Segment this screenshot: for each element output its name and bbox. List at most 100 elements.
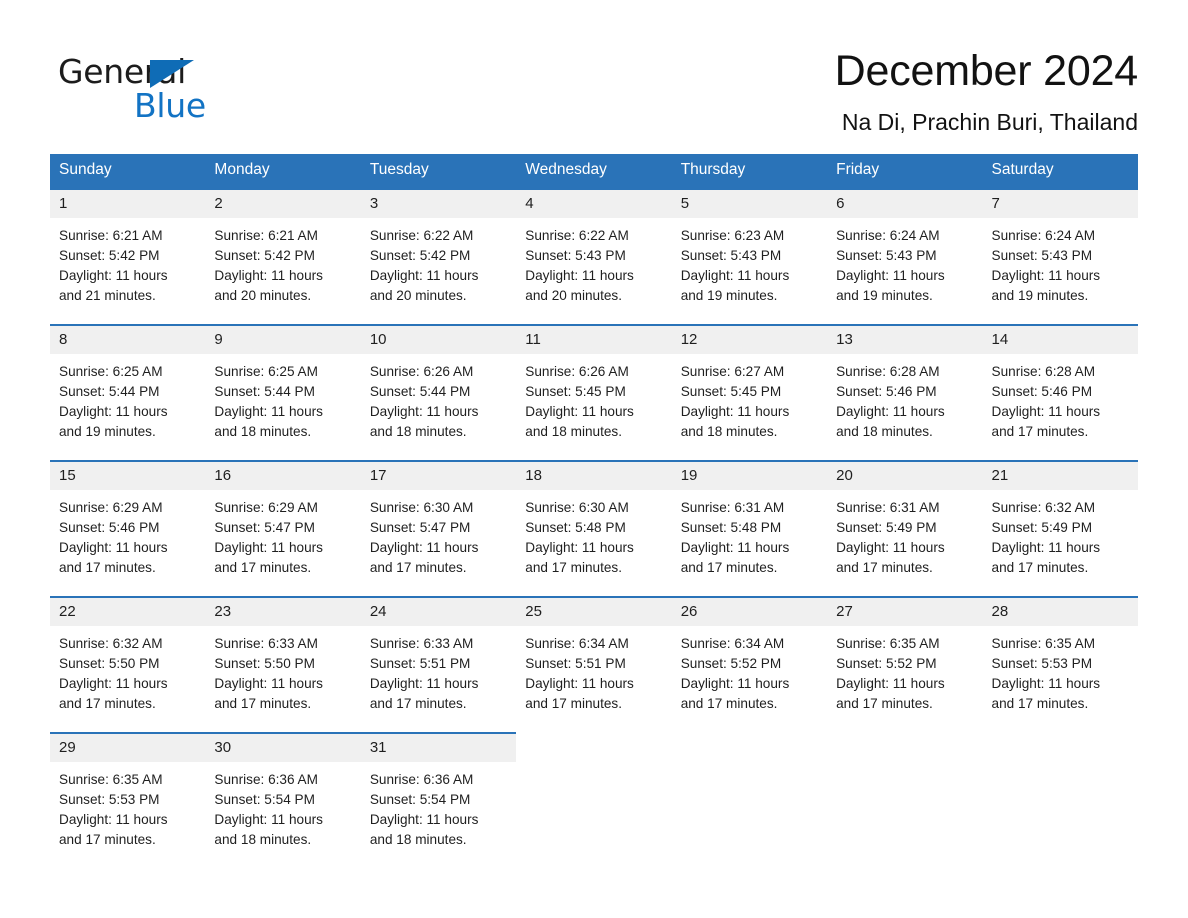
calendar-day-cell[interactable]: 16 Sunrise: 6:29 AM Sunset: 5:47 PM Dayligh…	[205, 460, 361, 598]
daylight-duration-line1: Daylight: 11 hours	[369, 811, 479, 827]
day-number: 1	[50, 190, 206, 218]
daylight-duration-line2: and 17 minutes.	[214, 560, 312, 576]
daylight-duration-line1: Daylight: 11 hours	[59, 675, 168, 691]
calendar-day-cell[interactable]: 2 Sunrise: 6:21 AM Sunset: 5:42 PM Daylight…	[205, 188, 361, 326]
sunset-time: Sunset: 5:51 PM	[525, 655, 626, 671]
calendar-day-cell[interactable]: 9 Sunrise: 6:25 AM Sunset: 5:44 PM Daylight…	[205, 324, 361, 462]
day-number: 26	[671, 598, 828, 626]
calendar-day-cell[interactable]: 19 Sunrise: 6:31 AM Sunset: 5:48 PM Dayligh…	[671, 460, 828, 598]
sunrise-time: Sunrise: 6:28 AM	[991, 363, 1096, 379]
calendar-day-cell[interactable]: 28 Sunrise: 6:35 AM Sunset: 5:53 PM Dayligh…	[982, 596, 1138, 734]
calendar-day-cell[interactable]: 23 Sunrise: 6:33 AM Sunset: 5:50 PM Dayligh…	[205, 596, 361, 734]
calendar-day-cell[interactable]: 7 Sunrise: 6:24 AM Sunset: 5:43 PM Daylight…	[982, 188, 1138, 326]
day-details: Sunrise: 6:35 AM Sunset: 5:52 PM Daylight:…	[827, 626, 982, 715]
sunset-time: Sunset: 5:43 PM	[991, 247, 1093, 263]
calendar-day-cell[interactable]: 21 Sunrise: 6:32 AM Sunset: 5:49 PM Dayligh…	[982, 460, 1138, 598]
day-number: 14	[982, 326, 1138, 354]
day-number: 8	[50, 326, 206, 354]
calendar-day-cell[interactable]: 10 Sunrise: 6:26 AM Sunset: 5:44 PM Dayligh…	[360, 324, 517, 462]
sunrise-time: Sunrise: 6:32 AM	[991, 499, 1096, 515]
calendar-day-cell[interactable]: 30 Sunrise: 6:36 AM Sunset: 5:54 PM Dayligh…	[205, 732, 361, 855]
daylight-duration-line2: and 20 minutes.	[214, 288, 312, 304]
day-number: 11	[516, 326, 672, 354]
sunrise-time: Sunrise: 6:22 AM	[525, 227, 629, 243]
day-number: 16	[205, 462, 361, 490]
sunset-time: Sunset: 5:47 PM	[369, 519, 471, 535]
calendar-day-cell[interactable]: 8 Sunrise: 6:25 AM Sunset: 5:44 PM Daylight…	[50, 324, 206, 462]
calendar-day-cell[interactable]: 17 Sunrise: 6:30 AM Sunset: 5:47 PM Dayligh…	[360, 460, 517, 598]
calendar-day-cell[interactable]: 18 Sunrise: 6:30 AM Sunset: 5:48 PM Dayligh…	[516, 460, 672, 598]
sunset-time: Sunset: 5:54 PM	[369, 791, 471, 807]
calendar-day-cell[interactable]: 29 Sunrise: 6:35 AM Sunset: 5:53 PM Dayligh…	[50, 732, 206, 855]
day-details: Sunrise: 6:30 AM Sunset: 5:48 PM Daylight:…	[516, 490, 671, 579]
calendar-day-cell-empty	[671, 733, 828, 855]
day-details: Sunrise: 6:22 AM Sunset: 5:42 PM Daylight:…	[361, 218, 516, 307]
calendar-day-cell[interactable]: 22 Sunrise: 6:32 AM Sunset: 5:50 PM Dayligh…	[50, 596, 206, 734]
sunset-time: Sunset: 5:48 PM	[680, 519, 782, 535]
daylight-duration-line1: Daylight: 11 hours	[214, 267, 323, 283]
calendar-day-cell[interactable]: 12 Sunrise: 6:27 AM Sunset: 5:45 PM Dayligh…	[671, 324, 828, 462]
sunrise-time: Sunrise: 6:27 AM	[680, 363, 785, 379]
sunrise-time: Sunrise: 6:23 AM	[680, 227, 785, 243]
calendar-day-cell-empty	[516, 733, 672, 855]
sunset-time: Sunset: 5:47 PM	[214, 519, 315, 535]
sunrise-time: Sunrise: 6:34 AM	[680, 635, 785, 651]
calendar-day-cell[interactable]: 4 Sunrise: 6:22 AM Sunset: 5:43 PM Daylight…	[516, 188, 672, 326]
calendar-day-cell[interactable]: 24 Sunrise: 6:33 AM Sunset: 5:51 PM Dayligh…	[360, 596, 517, 734]
triangle-logo-icon	[150, 60, 194, 88]
sunrise-time: Sunrise: 6:29 AM	[214, 499, 318, 515]
daylight-duration-line1: Daylight: 11 hours	[525, 539, 634, 555]
calendar-day-cell[interactable]: 11 Sunrise: 6:26 AM Sunset: 5:45 PM Dayligh…	[516, 324, 672, 462]
day-details: Sunrise: 6:36 AM Sunset: 5:54 PM Daylight:…	[205, 762, 360, 851]
calendar-day-cell[interactable]: 5 Sunrise: 6:23 AM Sunset: 5:43 PM Daylight…	[671, 188, 828, 326]
calendar-day-cell[interactable]: 1 Sunrise: 6:21 AM Sunset: 5:42 PM Daylight…	[50, 188, 206, 326]
sunrise-time: Sunrise: 6:21 AM	[59, 227, 163, 243]
calendar-day-cell[interactable]: 25 Sunrise: 6:34 AM Sunset: 5:51 PM Dayligh…	[516, 596, 672, 734]
daylight-duration-line1: Daylight: 11 hours	[214, 403, 323, 419]
calendar-day-cell[interactable]: 14 Sunrise: 6:28 AM Sunset: 5:46 PM Dayligh…	[982, 324, 1138, 462]
daylight-duration-line1: Daylight: 11 hours	[525, 675, 634, 691]
daylight-duration-line1: Daylight: 11 hours	[214, 539, 323, 555]
calendar-day-cell[interactable]: 27 Sunrise: 6:35 AM Sunset: 5:52 PM Dayligh…	[827, 596, 983, 734]
page-title: December 2024	[834, 47, 1139, 95]
daylight-duration-line1: Daylight: 11 hours	[59, 267, 168, 283]
daylight-duration-line2: and 17 minutes.	[525, 560, 622, 576]
daylight-duration-line2: and 18 minutes.	[214, 832, 312, 848]
day-details: Sunrise: 6:26 AM Sunset: 5:45 PM Daylight:…	[516, 354, 671, 443]
calendar-day-cell[interactable]: 6 Sunrise: 6:24 AM Sunset: 5:43 PM Daylight…	[827, 188, 983, 326]
calendar-day-cell[interactable]: 3 Sunrise: 6:22 AM Sunset: 5:42 PM Daylight…	[360, 188, 517, 326]
calendar-day-cell-empty	[827, 733, 983, 855]
day-number: 30	[205, 734, 361, 762]
daylight-duration-line1: Daylight: 11 hours	[525, 267, 634, 283]
daylight-duration-line1: Daylight: 11 hours	[836, 539, 945, 555]
calendar-body: 1 Sunrise: 6:21 AM Sunset: 5:42 PM Daylight…	[50, 188, 1138, 855]
calendar-day-cell[interactable]: 13 Sunrise: 6:28 AM Sunset: 5:46 PM Dayligh…	[827, 324, 983, 462]
calendar-day-cell[interactable]: 26 Sunrise: 6:34 AM Sunset: 5:52 PM Dayligh…	[671, 596, 828, 734]
day-details: Sunrise: 6:33 AM Sunset: 5:50 PM Daylight:…	[205, 626, 360, 715]
day-details: Sunrise: 6:24 AM Sunset: 5:43 PM Daylight:…	[827, 218, 982, 307]
sunset-time: Sunset: 5:54 PM	[214, 791, 315, 807]
sunrise-time: Sunrise: 6:29 AM	[59, 499, 163, 515]
sunset-time: Sunset: 5:42 PM	[59, 247, 160, 263]
calendar-day-cell[interactable]: 31 Sunrise: 6:36 AM Sunset: 5:54 PM Dayligh…	[360, 732, 517, 855]
brand-word-blue: Blue	[134, 86, 206, 125]
daylight-duration-line1: Daylight: 11 hours	[836, 403, 945, 419]
calendar-day-cell[interactable]: 20 Sunrise: 6:31 AM Sunset: 5:49 PM Dayligh…	[827, 460, 983, 598]
sunset-time: Sunset: 5:42 PM	[214, 247, 315, 263]
daylight-duration-line2: and 21 minutes.	[59, 288, 156, 304]
sunset-time: Sunset: 5:44 PM	[369, 383, 471, 399]
day-details: Sunrise: 6:29 AM Sunset: 5:47 PM Daylight:…	[205, 490, 360, 579]
calendar-day-cell[interactable]: 15 Sunrise: 6:29 AM Sunset: 5:46 PM Dayligh…	[50, 460, 206, 598]
calendar-page: General Blue December 2024 Na Di, Prachi…	[0, 0, 1188, 918]
day-details: Sunrise: 6:36 AM Sunset: 5:54 PM Daylight:…	[361, 762, 516, 851]
day-details: Sunrise: 6:28 AM Sunset: 5:46 PM Daylight:…	[827, 354, 982, 443]
day-details: Sunrise: 6:29 AM Sunset: 5:46 PM Daylight:…	[50, 490, 205, 579]
sunrise-time: Sunrise: 6:28 AM	[836, 363, 940, 379]
page-header: General Blue December 2024 Na Di, Prachi…	[0, 0, 1188, 136]
daylight-duration-line1: Daylight: 11 hours	[991, 403, 1101, 419]
location-subtitle: Na Di, Prachin Buri, Thailand	[841, 108, 1138, 135]
sunset-time: Sunset: 5:43 PM	[680, 247, 782, 263]
sunrise-time: Sunrise: 6:31 AM	[680, 499, 785, 515]
daylight-duration-line1: Daylight: 11 hours	[59, 539, 168, 555]
day-details: Sunrise: 6:25 AM Sunset: 5:44 PM Daylight:…	[50, 354, 205, 443]
